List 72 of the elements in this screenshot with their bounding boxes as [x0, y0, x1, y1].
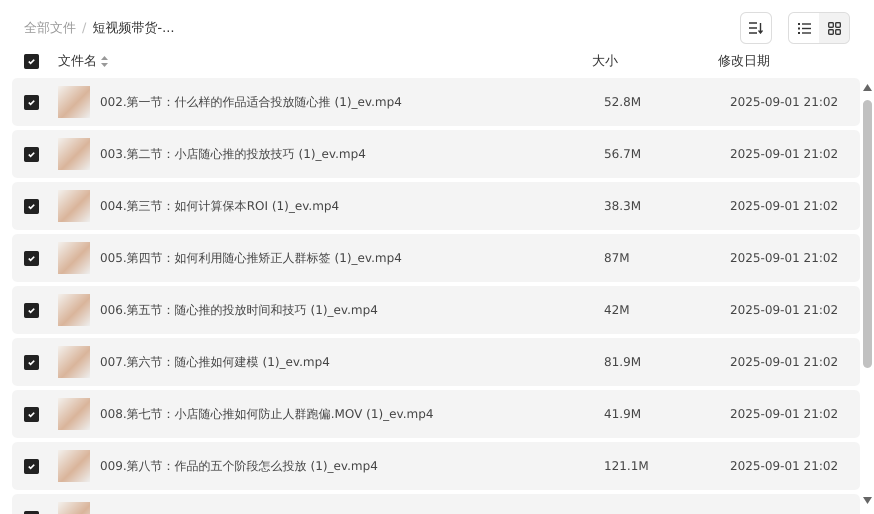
file-size: 121.1M	[604, 459, 650, 473]
video-thumbnail	[58, 346, 90, 378]
column-header[interactable]: 修改日期	[718, 52, 858, 70]
view-mode-button[interactable]	[789, 13, 819, 43]
file-size: 42M	[604, 303, 631, 317]
file-row[interactable]: 004.第三节：如何计算保本ROI (1)_ev.mp4 38.3M 2025-09-01 21:02	[12, 182, 860, 230]
checkbox[interactable]	[24, 250, 39, 266]
file-name: 002.第一节：什么样的作品适合投放随心推 (1)_ev.mp4	[100, 94, 403, 110]
scroll-down-icon[interactable]	[862, 497, 872, 504]
file-size: 41.9M	[604, 407, 642, 421]
file-row[interactable]: 008.第七节：小店随心推如何防止人群跑偏.MOV (1)_ev.mp4 41.9M 2025-09-01 21:02	[12, 390, 860, 438]
file-row[interactable]: 002.第一节：什么样的作品适合投放随心推 (1)_ev.mp4 52.8M 2025-09-01 21:02	[12, 78, 860, 126]
file-size: 87M	[604, 251, 631, 265]
file-row[interactable]: 003.第二节：小店随心推的投放技巧 (1)_ev.mp4 56.7M 2025-09-01 21:02	[12, 130, 860, 178]
checkbox[interactable]	[24, 198, 39, 214]
scrollbar-thumb[interactable]	[863, 100, 872, 368]
sort-icon[interactable]	[101, 56, 108, 66]
file-name: 004.第三节：如何计算保本ROI (1)_ev.mp4	[100, 198, 340, 214]
file-size: 81.9M	[604, 355, 642, 369]
checkmark-icon	[27, 56, 36, 66]
file-row[interactable]: 007.第六节：随心推如何建模 (1)_ev.mp4 81.9M 2025-09-01 21:02	[12, 338, 860, 386]
file-name: 003.第二节：小店随心推的投放技巧 (1)_ev.mp4	[100, 146, 367, 162]
modified-date: 2025-09-01 21:02	[730, 459, 840, 473]
scroll-up-icon[interactable]	[862, 84, 872, 91]
modified-date: 2025-09-01 21:02	[730, 199, 840, 213]
video-thumbnail	[58, 86, 90, 118]
checkmark-icon	[27, 358, 36, 366]
file-size: 52.8M	[604, 95, 642, 109]
sort-button[interactable]	[740, 12, 772, 44]
video-thumbnail	[58, 398, 90, 430]
grid-icon	[828, 22, 840, 34]
column-header[interactable]: 文件名	[58, 52, 97, 70]
checkbox[interactable]	[24, 354, 39, 370]
checkmark-icon	[27, 202, 36, 210]
file-size: 38.3M	[604, 199, 642, 213]
file-name: 005.第四节：如何利用随心推矫正人群标签 (1)_ev.mp4	[100, 250, 403, 266]
file-size: 56.7M	[604, 147, 642, 161]
video-thumbnail	[58, 242, 90, 274]
column-header[interactable]: 大小	[592, 52, 718, 70]
breadcrumb-separator: /	[82, 20, 86, 36]
modified-date: 2025-09-01 21:02	[730, 303, 840, 317]
file-name: 009.第八节：作品的五个阶段怎么投放 (1)_ev.mp4	[100, 458, 379, 474]
modified-date: 2025-09-01 21:02	[730, 251, 840, 265]
file-row[interactable]: 006.第五节：随心推的投放时间和技巧 (1)_ev.mp4 42M 2025-09-01 21:02	[12, 286, 860, 334]
file-name: 007.第六节：随心推如何建模 (1)_ev.mp4	[100, 354, 331, 370]
file-name: 008.第七节：小店随心推如何防止人群跑偏.MOV (1)_ev.mp4	[100, 406, 434, 422]
video-thumbnail	[58, 450, 90, 482]
checkmark-icon	[27, 254, 36, 262]
checkmark-icon	[27, 410, 36, 418]
checkmark-icon	[27, 306, 36, 314]
checkbox[interactable]	[24, 458, 39, 474]
checkmark-icon	[27, 150, 36, 158]
checkbox[interactable]	[24, 54, 39, 68]
video-thumbnail	[58, 190, 90, 222]
checkbox[interactable]	[24, 146, 39, 162]
checkbox[interactable]	[24, 94, 39, 110]
modified-date: 2025-09-01 21:02	[730, 355, 840, 369]
file-row[interactable]: 005.第四节：如何利用随心推矫正人群标签 (1)_ev.mp4 87M 2025-09-01 21:02	[12, 234, 860, 282]
sort-icon	[749, 22, 763, 34]
modified-date: 2025-09-01 21:02	[730, 95, 840, 109]
file-name: 006.第五节：随心推的投放时间和技巧 (1)_ev.mp4	[100, 302, 379, 318]
video-thumbnail	[58, 294, 90, 326]
checkbox[interactable]	[24, 406, 39, 422]
list-icon	[798, 22, 810, 34]
checkmark-icon	[27, 462, 36, 470]
modified-date: 2025-09-01 21:02	[730, 407, 840, 421]
breadcrumb-link[interactable]: 短视频带货-...	[92, 19, 174, 37]
file-row[interactable]: 009.第八节：作品的五个阶段怎么投放 (1)_ev.mp4 121.1M 2025-09-01 21:02	[12, 442, 860, 490]
modified-date: 2025-09-01 21:02	[730, 147, 840, 161]
checkbox[interactable]	[24, 302, 39, 318]
video-thumbnail	[58, 138, 90, 170]
checkmark-icon	[27, 98, 36, 106]
